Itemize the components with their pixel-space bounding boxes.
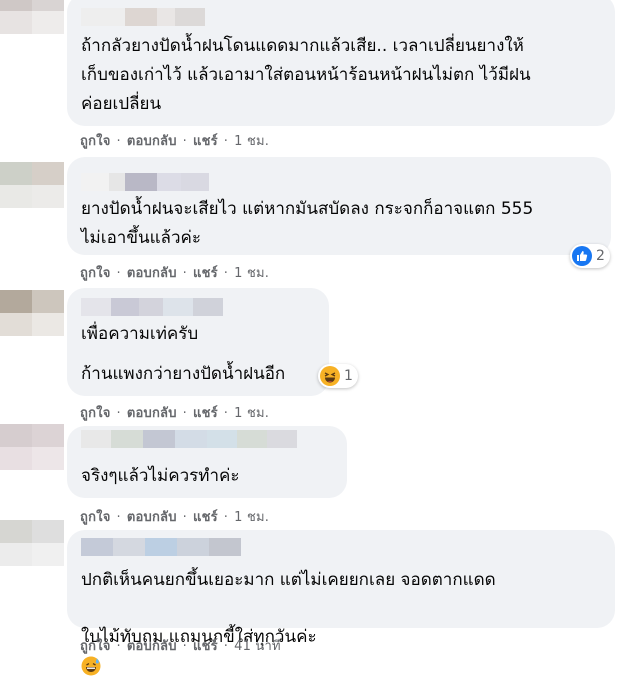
- share-link[interactable]: แชร์: [193, 266, 218, 281]
- comment-bubble: ยางปัดน้ำฝนจะเสียไว แต่หากมันสบัดลง กระจ…: [67, 157, 611, 255]
- like-link[interactable]: ถูกใจ: [80, 510, 111, 525]
- avatar[interactable]: [0, 290, 64, 336]
- timestamp[interactable]: 1 ชม.: [234, 266, 269, 281]
- timestamp[interactable]: 1 ชม.: [234, 406, 269, 421]
- reply-link[interactable]: ตอบกลับ: [127, 134, 177, 149]
- avatar[interactable]: [0, 0, 64, 34]
- reaction-summary[interactable]: 2: [570, 244, 610, 268]
- comment-text: ถ้ากลัวยางปัดน้ำฝนโดนแดดมากแล้วเสีย.. เว…: [81, 36, 531, 114]
- comment-bubble: เพื่อความเท่ครับ ก้านแพงกว่ายางปัดน้ำฝนอ…: [67, 288, 329, 396]
- like-link[interactable]: ถูกใจ: [80, 406, 111, 421]
- reply-link[interactable]: ตอบกลับ: [127, 639, 177, 654]
- share-link[interactable]: แชร์: [193, 639, 218, 654]
- commenter-name-blurred[interactable]: [81, 538, 241, 556]
- share-link[interactable]: แชร์: [193, 134, 218, 149]
- grinning-sweat-emoji-icon: [81, 656, 101, 676]
- comment-bubble: จริงๆแล้วไม่ควรทำค่ะ: [67, 426, 347, 498]
- comment-actions: ถูกใจ · ตอบกลับ · แชร์ · 1 ชม.: [80, 510, 270, 525]
- reply-link[interactable]: ตอบกลับ: [127, 266, 177, 281]
- commenter-name-blurred[interactable]: [81, 173, 209, 191]
- timestamp[interactable]: 1 ชม.: [234, 134, 269, 149]
- comment-text-line-2: ก้านแพงกว่ายางปัดน้ำฝนอีก: [81, 364, 286, 384]
- comment-actions: ถูกใจ · ตอบกลับ · แชร์ · 41 นาที: [80, 639, 281, 654]
- commenter-name-blurred[interactable]: [81, 8, 205, 26]
- share-link[interactable]: แชร์: [193, 510, 218, 525]
- comment-actions: ถูกใจ · ตอบกลับ · แชร์ · 1 ชม.: [80, 266, 270, 281]
- commenter-name-blurred[interactable]: [81, 430, 297, 448]
- reaction-count: 2: [596, 248, 605, 264]
- like-link[interactable]: ถูกใจ: [80, 134, 111, 149]
- avatar[interactable]: [0, 424, 64, 470]
- like-reaction-icon: [572, 246, 592, 266]
- reply-link[interactable]: ตอบกลับ: [127, 406, 177, 421]
- timestamp[interactable]: 1 ชม.: [234, 510, 269, 525]
- avatar[interactable]: [0, 520, 64, 566]
- comment-text-line-1: ปกติเห็นคนยกขึ้นเยอะมาก แต่ไม่เคยยกเลย จ…: [81, 570, 496, 590]
- comment-actions: ถูกใจ · ตอบกลับ · แชร์ · 1 ชม.: [80, 406, 270, 421]
- reaction-count: 1: [344, 368, 353, 384]
- reaction-summary[interactable]: 1: [318, 364, 358, 388]
- comment-text: ยางปัดน้ำฝนจะเสียไว แต่หากมันสบัดลง กระจ…: [81, 199, 534, 248]
- comment-text-line-1: เพื่อความเท่ครับ: [81, 324, 199, 344]
- like-link[interactable]: ถูกใจ: [80, 639, 111, 654]
- like-link[interactable]: ถูกใจ: [80, 266, 111, 281]
- comment-text: จริงๆแล้วไม่ควรทำค่ะ: [81, 466, 240, 486]
- reply-link[interactable]: ตอบกลับ: [127, 510, 177, 525]
- comment-actions: ถูกใจ · ตอบกลับ · แชร์ · 1 ชม.: [80, 134, 270, 149]
- share-link[interactable]: แชร์: [193, 406, 218, 421]
- haha-reaction-icon: [320, 366, 340, 386]
- comment-bubble: ถ้ากลัวยางปัดน้ำฝนโดนแดดมากแล้วเสีย.. เว…: [67, 0, 615, 126]
- avatar[interactable]: [0, 162, 64, 208]
- commenter-name-blurred[interactable]: [81, 298, 223, 316]
- comment-bubble: ปกติเห็นคนยกขึ้นเยอะมาก แต่ไม่เคยยกเลย จ…: [67, 530, 615, 676]
- timestamp[interactable]: 41 นาที: [234, 639, 281, 654]
